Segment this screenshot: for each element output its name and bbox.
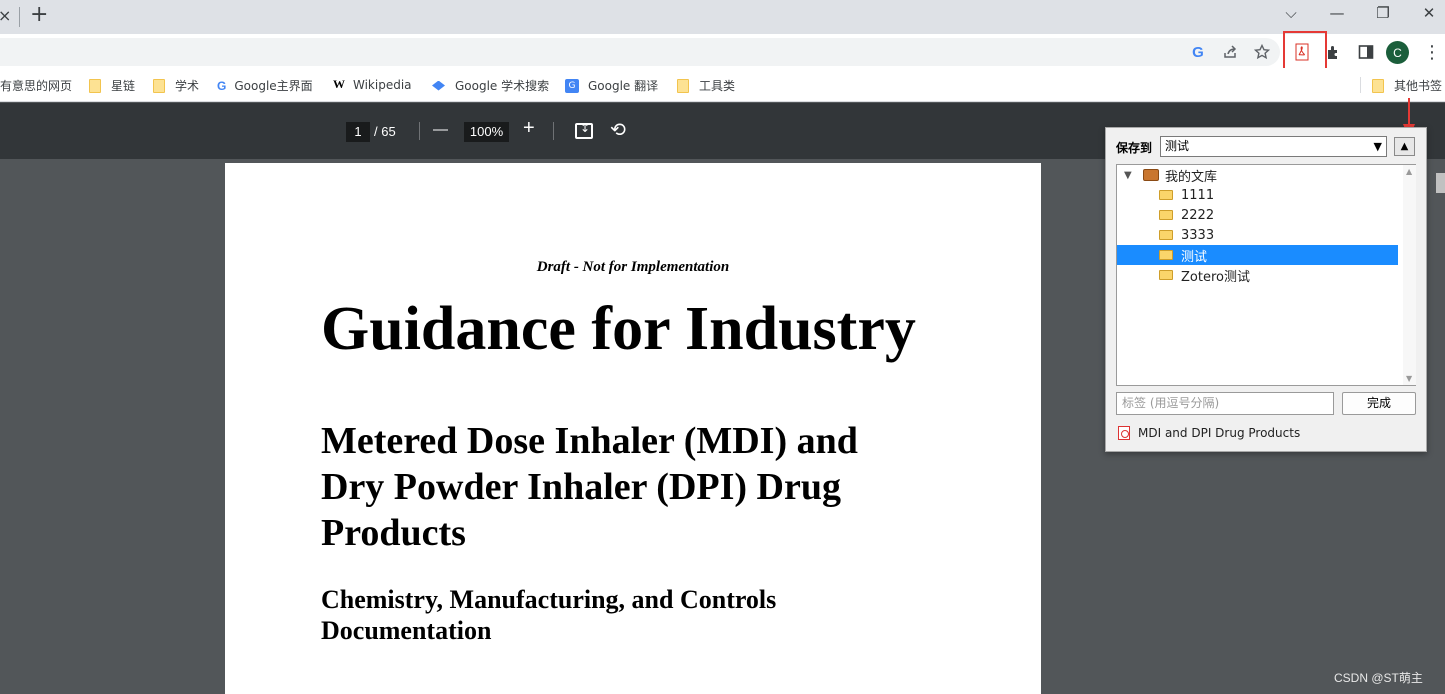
collection-select[interactable]: 测试 ▼ <box>1160 136 1387 157</box>
bookmark-interesting-pages[interactable]: 有意思的网页 <box>0 77 72 94</box>
fit-to-page-icon[interactable] <box>575 121 593 139</box>
bookmark-label: Google 翻译 <box>588 79 659 93</box>
toolbar-divider <box>553 122 554 140</box>
save-to-label: 保存到 <box>1116 141 1153 155</box>
translate-icon: G <box>565 78 579 93</box>
bookmarks-bar: 有意思的网页 星链 学术 G Google主界面 W Wikipedia Goo… <box>0 68 1445 102</box>
folder-icon <box>677 78 689 93</box>
menu-icon[interactable]: ⋮ <box>1423 42 1441 63</box>
new-tab-button[interactable]: + <box>30 2 48 27</box>
folder-icon <box>1159 270 1173 280</box>
bookmark-google-home[interactable]: G Google主界面 <box>217 77 313 94</box>
scroll-down-icon[interactable]: ▼ <box>1406 374 1412 383</box>
done-button[interactable]: 完成 <box>1342 392 1416 415</box>
library-icon <box>1143 169 1159 181</box>
bookmark-starlink[interactable]: 星链 <box>89 77 135 94</box>
bookmark-wikipedia[interactable]: W Wikipedia <box>333 77 412 92</box>
zoom-input[interactable]: 100% <box>464 122 509 142</box>
collection-select-value: 测试 <box>1165 139 1190 153</box>
bookmark-label: Google主界面 <box>234 79 313 93</box>
pdf-page: Draft - Not for Implementation Guidance … <box>225 163 1041 694</box>
bookmark-tools[interactable]: 工具类 <box>677 77 735 94</box>
google-icon[interactable]: G <box>1189 43 1207 61</box>
scroll-up-icon[interactable]: ▲ <box>1406 167 1412 176</box>
tags-input[interactable]: 标签 (用逗号分隔) <box>1116 392 1334 415</box>
tree-item-test[interactable]: 测试 <box>1117 245 1398 265</box>
tree-item-zotero-test[interactable]: Zotero测试 <box>1117 265 1398 285</box>
tree-item-2222[interactable]: 2222 <box>1117 205 1398 225</box>
tree-item-3333[interactable]: 3333 <box>1117 225 1398 245</box>
toolbar-divider <box>419 122 420 140</box>
tree-item-label: 3333 <box>1181 227 1215 243</box>
tab-strip: × + ⌵ — ❐ ✕ <box>0 0 1445 34</box>
bookmark-google-scholar[interactable]: Google 学术搜索 <box>432 77 549 94</box>
bookmark-label: 学术 <box>175 79 200 93</box>
tree-item-label: 1111 <box>1181 187 1215 203</box>
tree-item-1111[interactable]: 1111 <box>1117 185 1398 205</box>
extensions-icon[interactable] <box>1325 43 1343 61</box>
tree-item-my-library[interactable]: ▼ 我的文库 <box>1117 165 1398 185</box>
profile-avatar[interactable]: C <box>1386 41 1409 64</box>
tree-item-label: 2222 <box>1181 207 1215 223</box>
share-icon[interactable] <box>1221 43 1239 61</box>
document-section: Chemistry, Manufacturing, and Controls D… <box>321 585 777 645</box>
side-panel-icon[interactable] <box>1357 43 1375 61</box>
expand-triangle-icon[interactable]: ▼ <box>1124 170 1132 181</box>
document-subtitle: Metered Dose Inhaler (MDI) and Dry Powde… <box>321 420 858 554</box>
bookmark-academic[interactable]: 学术 <box>153 77 199 94</box>
bookmark-label: 工具类 <box>699 79 736 93</box>
tree-scrollbar[interactable]: ▲ ▼ <box>1403 165 1416 385</box>
zotero-save-popup: 保存到 测试 ▼ ▲ ▼ 我的文库 1111 2222 3333 测试 Zote… <box>1105 127 1427 452</box>
folder-icon <box>1159 210 1173 220</box>
bookmark-label: 其他书签 <box>1394 79 1443 93</box>
chevron-down-icon: ▼ <box>1373 140 1382 153</box>
close-tab-icon[interactable]: × <box>0 6 11 25</box>
address-bar[interactable] <box>0 38 1280 66</box>
bookmark-other[interactable]: 其他书签 <box>1372 77 1442 94</box>
close-window-button[interactable]: ✕ <box>1417 4 1441 22</box>
bookmark-label: Wikipedia <box>353 77 412 92</box>
bookmark-label: 有意思的网页 <box>0 79 73 93</box>
scholar-icon <box>432 80 445 91</box>
folder-icon <box>153 78 165 93</box>
bookmarks-separator <box>1360 77 1361 93</box>
bookmark-label: Google 学术搜索 <box>455 79 550 93</box>
watermark: CSDN @ST萌主 <box>1334 671 1423 685</box>
folder-icon <box>89 78 101 93</box>
google-icon: G <box>217 78 227 93</box>
tab-separator <box>19 7 20 27</box>
page-total: / 65 <box>374 124 396 139</box>
bookmark-google-translate[interactable]: G Google 翻译 <box>565 77 658 94</box>
page-number-input[interactable]: 1 <box>346 122 370 142</box>
star-icon[interactable] <box>1253 43 1271 61</box>
collection-tree: ▼ 我的文库 1111 2222 3333 测试 Zotero测试 ▲ ▼ <box>1116 164 1416 386</box>
tree-item-label: Zotero测试 <box>1181 269 1250 285</box>
folder-icon <box>1159 230 1173 240</box>
bookmark-label: 星链 <box>111 79 136 93</box>
pdf-file-icon <box>1118 426 1130 440</box>
viewer-scrollbar[interactable] <box>1436 173 1445 193</box>
tree-item-label: 我的文库 <box>1165 169 1218 185</box>
tab-search-icon[interactable]: ⌵ <box>1279 4 1303 22</box>
collapse-tree-button[interactable]: ▲ <box>1394 137 1415 156</box>
tree-item-label: 测试 <box>1181 249 1208 265</box>
document-title: Guidance for Industry <box>321 295 916 363</box>
rotate-icon[interactable]: ⟲ <box>610 119 626 141</box>
minimize-button[interactable]: — <box>1325 4 1349 22</box>
browser-toolbar: G ⋮ <box>0 34 1445 68</box>
folder-icon <box>1159 250 1173 260</box>
draft-notice: Draft - Not for Implementation <box>536 259 730 275</box>
saved-item: MDI and DPI Drug Products <box>1118 426 1300 440</box>
restore-button[interactable]: ❐ <box>1371 4 1395 22</box>
folder-icon <box>1159 190 1173 200</box>
zoom-out-button[interactable]: — <box>433 121 448 138</box>
zoom-in-button[interactable]: + <box>523 117 535 140</box>
wikipedia-icon: W <box>333 77 345 91</box>
saved-item-title: MDI and DPI Drug Products <box>1138 426 1301 440</box>
folder-icon <box>1372 78 1384 93</box>
